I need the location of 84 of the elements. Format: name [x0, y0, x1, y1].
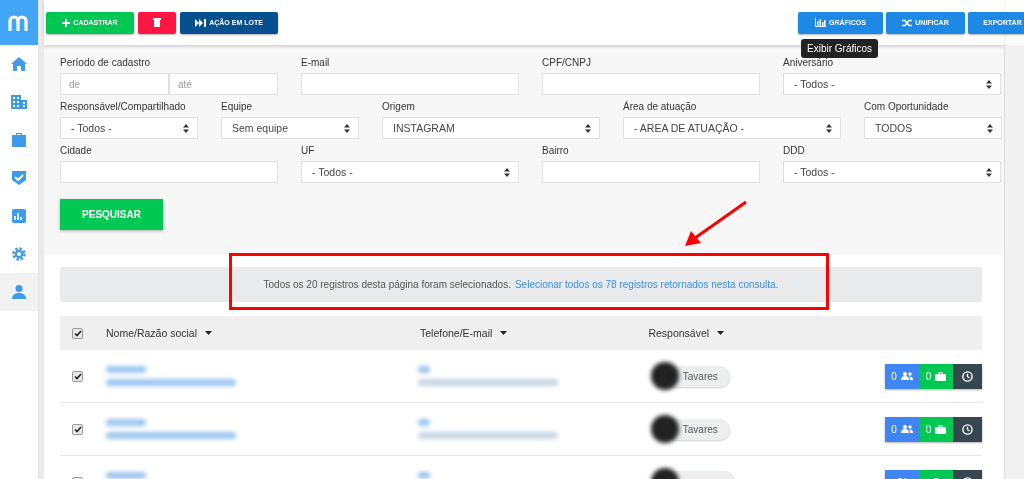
fast-forward-icon	[195, 18, 207, 27]
sort-icon	[986, 79, 992, 89]
check-icon	[73, 372, 82, 380]
redacted-text	[417, 472, 430, 479]
briefcase-icon	[935, 371, 947, 381]
select-field[interactable]: - Todos -	[301, 161, 519, 183]
field-label: Bairro	[542, 145, 570, 158]
select-field[interactable]: - Todos -	[783, 161, 1001, 183]
row-checkbox[interactable]	[72, 423, 83, 435]
annotation-arrow	[683, 200, 749, 248]
sort-icon	[585, 123, 591, 133]
history-button[interactable]	[953, 416, 982, 442]
user-nav-item[interactable]	[0, 273, 38, 311]
field-label: DDD	[783, 145, 806, 158]
field-label: Período de cadastro	[60, 57, 152, 70]
check-icon	[73, 329, 82, 337]
column-header[interactable]: Telefone/E-mail	[420, 327, 508, 339]
select-field[interactable]: Sem equipe	[221, 117, 359, 139]
field-label: E-mail	[301, 57, 331, 70]
selection-message: Todos os 20 registros desta página foram selecionados.	[263, 279, 511, 290]
sort-icon	[504, 167, 510, 177]
field-label: Responsável/Compartilhado	[60, 101, 187, 114]
sort-icon	[826, 123, 832, 133]
column-header[interactable]: Responsável	[648, 327, 725, 339]
bar-chart-icon	[11, 208, 27, 224]
tooltip: Exibir Gráficos	[801, 38, 878, 58]
field-label: Cidade	[60, 145, 93, 158]
date-field[interactable]: até	[169, 73, 278, 95]
redacted-text	[417, 366, 430, 373]
field-label: Com Oportunidade	[864, 101, 950, 114]
check-icon	[73, 425, 82, 433]
settings-icon	[11, 246, 27, 262]
caret-icon	[717, 331, 725, 335]
field-label: Aniversário	[783, 57, 835, 70]
briefcase-icon	[935, 424, 947, 434]
sort-icon	[986, 167, 992, 177]
scrollbar[interactable]	[1004, 45, 1024, 479]
logo-icon	[8, 14, 30, 31]
select-all-checkbox[interactable]	[72, 327, 83, 339]
field-label: CPF/CNPJ	[542, 57, 592, 70]
plus-icon	[62, 18, 71, 27]
sort-icon	[183, 123, 189, 133]
field-label: Área de atuação	[623, 101, 698, 114]
redacted-text	[106, 366, 146, 373]
avatar-placeholder	[650, 362, 679, 390]
select-field[interactable]: - Todos -	[60, 117, 198, 139]
redacted-text	[106, 419, 146, 426]
date-field[interactable]: de	[60, 73, 169, 95]
sort-icon	[987, 123, 993, 133]
text-field[interactable]	[542, 161, 760, 183]
field-label: Origem	[382, 101, 416, 114]
text-field[interactable]	[542, 73, 760, 95]
field-label: Equipe	[221, 101, 254, 114]
contacts-button[interactable]: 0	[885, 416, 919, 442]
caret-icon	[500, 331, 508, 335]
contacts-button[interactable]: 0	[885, 363, 919, 389]
field-label: UF	[301, 145, 316, 158]
briefcase-icon	[11, 132, 27, 148]
select-field[interactable]: TODOS	[864, 117, 1002, 139]
column-header[interactable]: Nome/Razão social	[106, 327, 420, 339]
clock-icon	[962, 370, 973, 382]
redacted-text	[417, 419, 430, 426]
avatar-placeholder	[650, 415, 679, 443]
trash-icon	[153, 18, 161, 27]
people-icon	[900, 372, 913, 380]
sort-icon	[344, 123, 350, 133]
row-checkbox[interactable]	[72, 370, 83, 382]
building-icon	[11, 94, 27, 110]
select-field[interactable]: - Todos -	[783, 73, 1001, 95]
shield-check-icon	[11, 170, 27, 186]
text-field[interactable]	[301, 73, 519, 95]
clock-icon	[962, 423, 973, 435]
caret-icon	[205, 331, 213, 335]
bar-chart-icon	[815, 18, 826, 27]
select-field[interactable]: INSTAGRAM	[382, 117, 600, 139]
redacted-text	[106, 472, 146, 479]
delete-button[interactable]	[138, 11, 176, 34]
home-icon	[11, 56, 27, 72]
shuffle-icon	[902, 18, 913, 27]
select-field[interactable]: - AREA DE ATUAÇÃO -	[623, 117, 841, 139]
text-field[interactable]	[60, 161, 278, 183]
user-icon	[11, 284, 27, 300]
history-button[interactable]	[953, 363, 982, 389]
people-icon	[900, 425, 913, 433]
